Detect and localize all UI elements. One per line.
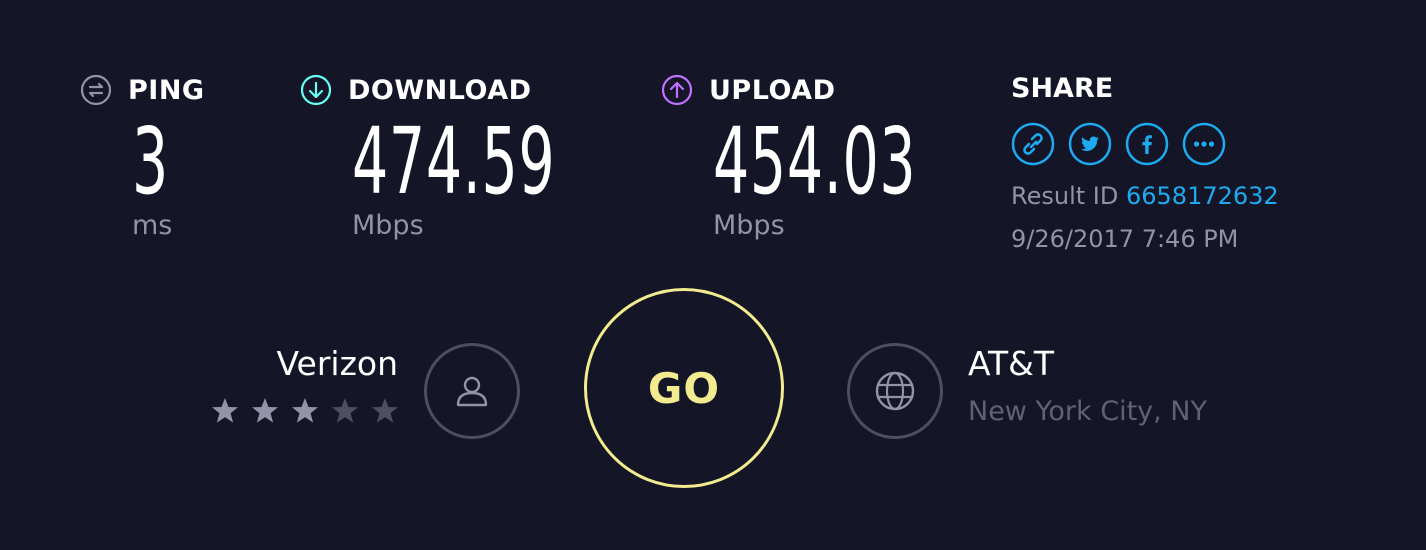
more-icon[interactable] — [1182, 122, 1226, 166]
twitter-icon[interactable] — [1068, 122, 1112, 166]
server-name: AT&T — [968, 344, 1055, 383]
download-arrow-icon — [300, 74, 332, 106]
go-label: GO — [647, 363, 721, 413]
download-metric: DOWNLOAD — [300, 74, 532, 106]
upload-metric: UPLOAD — [661, 74, 836, 106]
upload-header: UPLOAD — [661, 74, 836, 106]
ping-icon — [80, 74, 112, 106]
star-icon — [292, 398, 318, 423]
isp-button[interactable] — [424, 343, 520, 439]
result-datetime: 9/26/2017 7:46 PM — [1011, 225, 1239, 253]
server-button[interactable] — [847, 343, 943, 439]
user-icon — [456, 376, 488, 407]
ping-unit: ms — [132, 210, 173, 241]
go-button[interactable]: GO — [584, 288, 784, 488]
download-label: DOWNLOAD — [348, 74, 532, 106]
download-value: 474.59 — [352, 108, 556, 215]
upload-unit: Mbps — [713, 210, 785, 241]
ping-metric: PING — [80, 74, 205, 106]
ping-header: PING — [80, 74, 205, 106]
server-location[interactable]: New York City, NY — [968, 396, 1207, 427]
link-icon[interactable] — [1011, 122, 1055, 166]
isp-name: Verizon — [276, 344, 398, 383]
share-title: SHARE — [1011, 73, 1114, 104]
facebook-icon[interactable] — [1125, 122, 1169, 166]
share-icons — [1011, 122, 1226, 166]
star-icon — [252, 398, 278, 423]
download-unit: Mbps — [352, 210, 424, 241]
ping-value: 3 — [132, 108, 169, 215]
ping-label: PING — [128, 74, 205, 106]
globe-icon — [875, 371, 915, 411]
star-icon — [212, 398, 238, 423]
isp-rating[interactable] — [208, 394, 402, 428]
upload-arrow-icon — [661, 74, 693, 106]
upload-label: UPLOAD — [709, 74, 836, 106]
speedtest-results-panel: PING 3 ms DOWNLOAD 474.59 Mbps UPLOAD 45… — [0, 0, 1426, 550]
star-icon — [332, 398, 358, 423]
result-id-link[interactable]: 6658172632 — [1126, 182, 1279, 210]
star-icon — [372, 398, 398, 423]
upload-value: 454.03 — [713, 108, 917, 215]
download-header: DOWNLOAD — [300, 74, 532, 106]
result-id-label: Result ID — [1011, 182, 1119, 210]
result-id-line: Result ID 6658172632 — [1011, 182, 1279, 210]
